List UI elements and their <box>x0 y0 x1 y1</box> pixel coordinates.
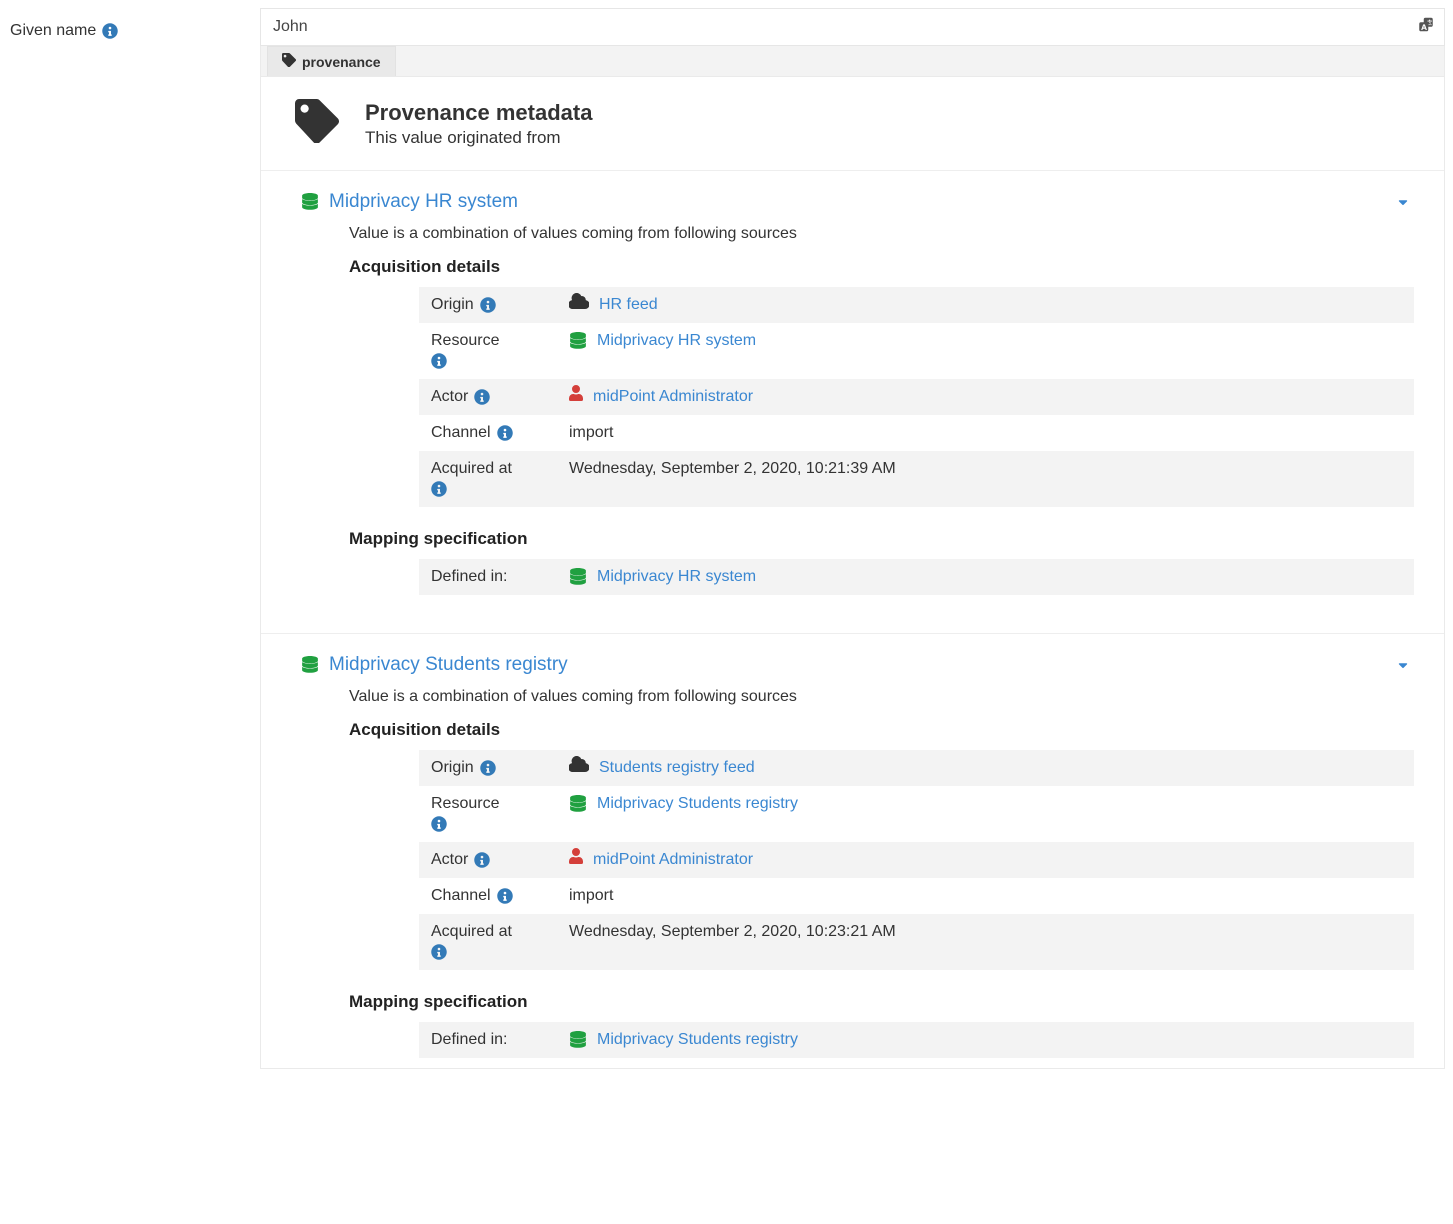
info-icon[interactable] <box>431 944 447 960</box>
channel-label: Channel <box>431 884 491 908</box>
database-icon <box>569 795 587 813</box>
database-icon <box>301 193 319 211</box>
origin-link[interactable]: HR feed <box>599 293 658 317</box>
info-icon[interactable] <box>431 816 447 832</box>
section-title-link[interactable]: Midprivacy Students registry <box>329 654 568 676</box>
provenance-section: Midprivacy Students registry Value is a … <box>261 634 1444 1068</box>
provenance-section: Midprivacy HR system Value is a combinat… <box>261 171 1444 634</box>
cloud-icon <box>569 756 589 780</box>
resource-link[interactable]: Midprivacy Students registry <box>597 792 798 816</box>
origin-label: Origin <box>431 756 474 780</box>
section-title-link[interactable]: Midprivacy HR system <box>329 191 518 213</box>
row-resource: Resource Midprivacy Students registry <box>419 786 1414 842</box>
database-icon <box>569 332 587 350</box>
actor-label: Actor <box>431 385 468 409</box>
collapse-caret-icon[interactable] <box>1396 658 1410 672</box>
acquisition-heading: Acquisition details <box>291 716 1414 744</box>
acquired-value: Wednesday, September 2, 2020, 10:21:39 A… <box>569 457 896 481</box>
origin-link[interactable]: Students registry feed <box>599 756 755 780</box>
actor-link[interactable]: midPoint Administrator <box>593 848 753 872</box>
info-icon[interactable] <box>497 425 513 441</box>
resource-link[interactable]: Midprivacy HR system <box>597 329 756 353</box>
row-defined-in: Defined in: Midprivacy Students registry <box>419 1022 1414 1058</box>
origin-label: Origin <box>431 293 474 317</box>
source-note: Value is a combination of values coming … <box>291 680 1414 716</box>
acquired-label: Acquired at <box>431 457 512 481</box>
defined-label: Defined in: <box>431 565 508 589</box>
info-icon[interactable] <box>474 852 490 868</box>
row-acquired-at: Acquired at Wednesday, September 2, 2020… <box>419 451 1414 507</box>
actor-label: Actor <box>431 848 468 872</box>
acquisition-heading: Acquisition details <box>291 253 1414 281</box>
database-icon <box>569 568 587 586</box>
row-channel: Channel import <box>419 878 1414 914</box>
resource-label: Resource <box>431 329 499 353</box>
tab-label: provenance <box>302 54 381 70</box>
user-icon <box>569 385 583 409</box>
cloud-icon <box>569 293 589 317</box>
acquired-value: Wednesday, September 2, 2020, 10:23:21 A… <box>569 920 896 944</box>
tabbar: provenance <box>260 46 1445 77</box>
mapping-heading: Mapping specification <box>291 988 1414 1016</box>
defined-link[interactable]: Midprivacy HR system <box>597 565 756 589</box>
info-icon[interactable] <box>431 353 447 369</box>
database-icon <box>301 656 319 674</box>
tab-provenance[interactable]: provenance <box>267 46 396 76</box>
info-icon[interactable] <box>474 389 490 405</box>
info-icon[interactable] <box>480 297 496 313</box>
row-channel: Channel import <box>419 415 1414 451</box>
info-icon[interactable] <box>431 481 447 497</box>
field-label-text: Given name <box>10 22 96 40</box>
language-icon[interactable] <box>1417 16 1435 39</box>
panel-title: Provenance metadata <box>365 100 592 126</box>
channel-label: Channel <box>431 421 491 445</box>
resource-label: Resource <box>431 792 499 816</box>
field-label-given-name: Given name <box>10 22 250 40</box>
info-icon[interactable] <box>480 760 496 776</box>
panel-subtitle: This value originated from <box>365 128 592 148</box>
tag-icon <box>295 99 339 148</box>
acquired-label: Acquired at <box>431 920 512 944</box>
row-actor: Actor midPoint Administrator <box>419 379 1414 415</box>
database-icon <box>569 1031 587 1049</box>
row-defined-in: Defined in: Midprivacy HR system <box>419 559 1414 595</box>
defined-link[interactable]: Midprivacy Students registry <box>597 1028 798 1052</box>
collapse-caret-icon[interactable] <box>1396 195 1410 209</box>
row-resource: Resource Midprivacy HR system <box>419 323 1414 379</box>
info-icon[interactable] <box>497 888 513 904</box>
defined-label: Defined in: <box>431 1028 508 1052</box>
tag-icon <box>282 53 296 70</box>
row-origin: Origin HR feed <box>419 287 1414 323</box>
user-icon <box>569 848 583 872</box>
row-origin: Origin Students registry feed <box>419 750 1414 786</box>
actor-link[interactable]: midPoint Administrator <box>593 385 753 409</box>
source-note: Value is a combination of values coming … <box>291 217 1414 253</box>
channel-value: import <box>569 884 613 908</box>
row-acquired-at: Acquired at Wednesday, September 2, 2020… <box>419 914 1414 970</box>
panel-header: Provenance metadata This value originate… <box>261 77 1444 171</box>
given-name-input[interactable] <box>260 8 1445 46</box>
mapping-heading: Mapping specification <box>291 525 1414 553</box>
channel-value: import <box>569 421 613 445</box>
info-icon[interactable] <box>102 23 118 39</box>
row-actor: Actor midPoint Administrator <box>419 842 1414 878</box>
